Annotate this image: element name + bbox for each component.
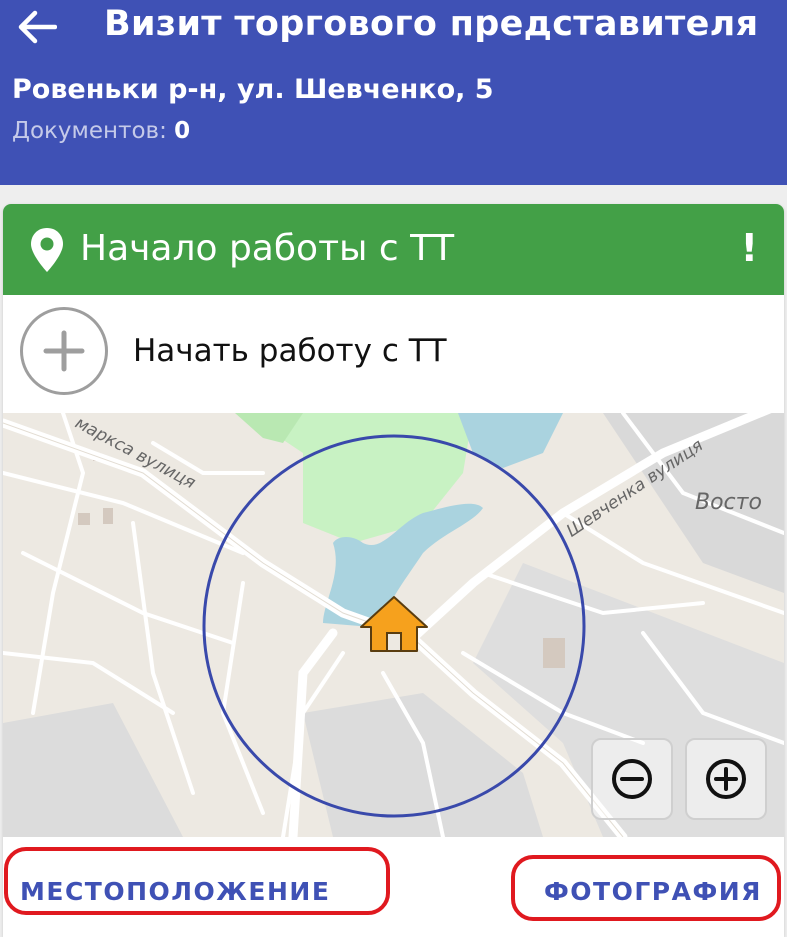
map-view[interactable]: маркса вулиця Шевченка вулиця Восто (3, 413, 784, 837)
documents-label: Документов: (12, 118, 167, 144)
alert-icon: ! (740, 226, 758, 270)
location-pin-icon (31, 228, 63, 272)
back-button[interactable] (12, 2, 62, 52)
visit-card: Начало работы с ТТ ! Начать работу с ТТ (3, 204, 784, 937)
arrow-left-icon (18, 10, 57, 44)
minus-circle-icon (612, 759, 652, 799)
documents-value: 0 (174, 118, 191, 144)
documents-count: Документов: 0 (12, 118, 190, 144)
add-circle-icon (20, 307, 108, 395)
zoom-in-button[interactable] (685, 738, 767, 820)
card-header: Начало работы с ТТ ! (3, 204, 784, 295)
start-work-label: Начать работу с ТТ (133, 333, 447, 369)
street-label-vosto: Восто (695, 490, 762, 515)
page-title: Визит торгового представителя (104, 4, 759, 44)
start-work-button[interactable]: Начать работу с ТТ (3, 295, 784, 413)
outlet-address: Ровеньки р-н, ул. Шевченко, 5 (12, 74, 494, 105)
plus-circle-icon (706, 759, 746, 799)
app-header: Визит торгового представителя Ровеньки р… (0, 0, 787, 185)
card-title: Начало работы с ТТ (80, 228, 455, 269)
location-button[interactable]: МЕСТОПОЛОЖЕНИЕ (20, 877, 330, 906)
photo-button[interactable]: ФОТОГРАФИЯ (544, 877, 762, 906)
zoom-out-button[interactable] (591, 738, 673, 820)
action-bar: МЕСТОПОЛОЖЕНИЕ ФОТОГРАФИЯ (3, 837, 784, 937)
